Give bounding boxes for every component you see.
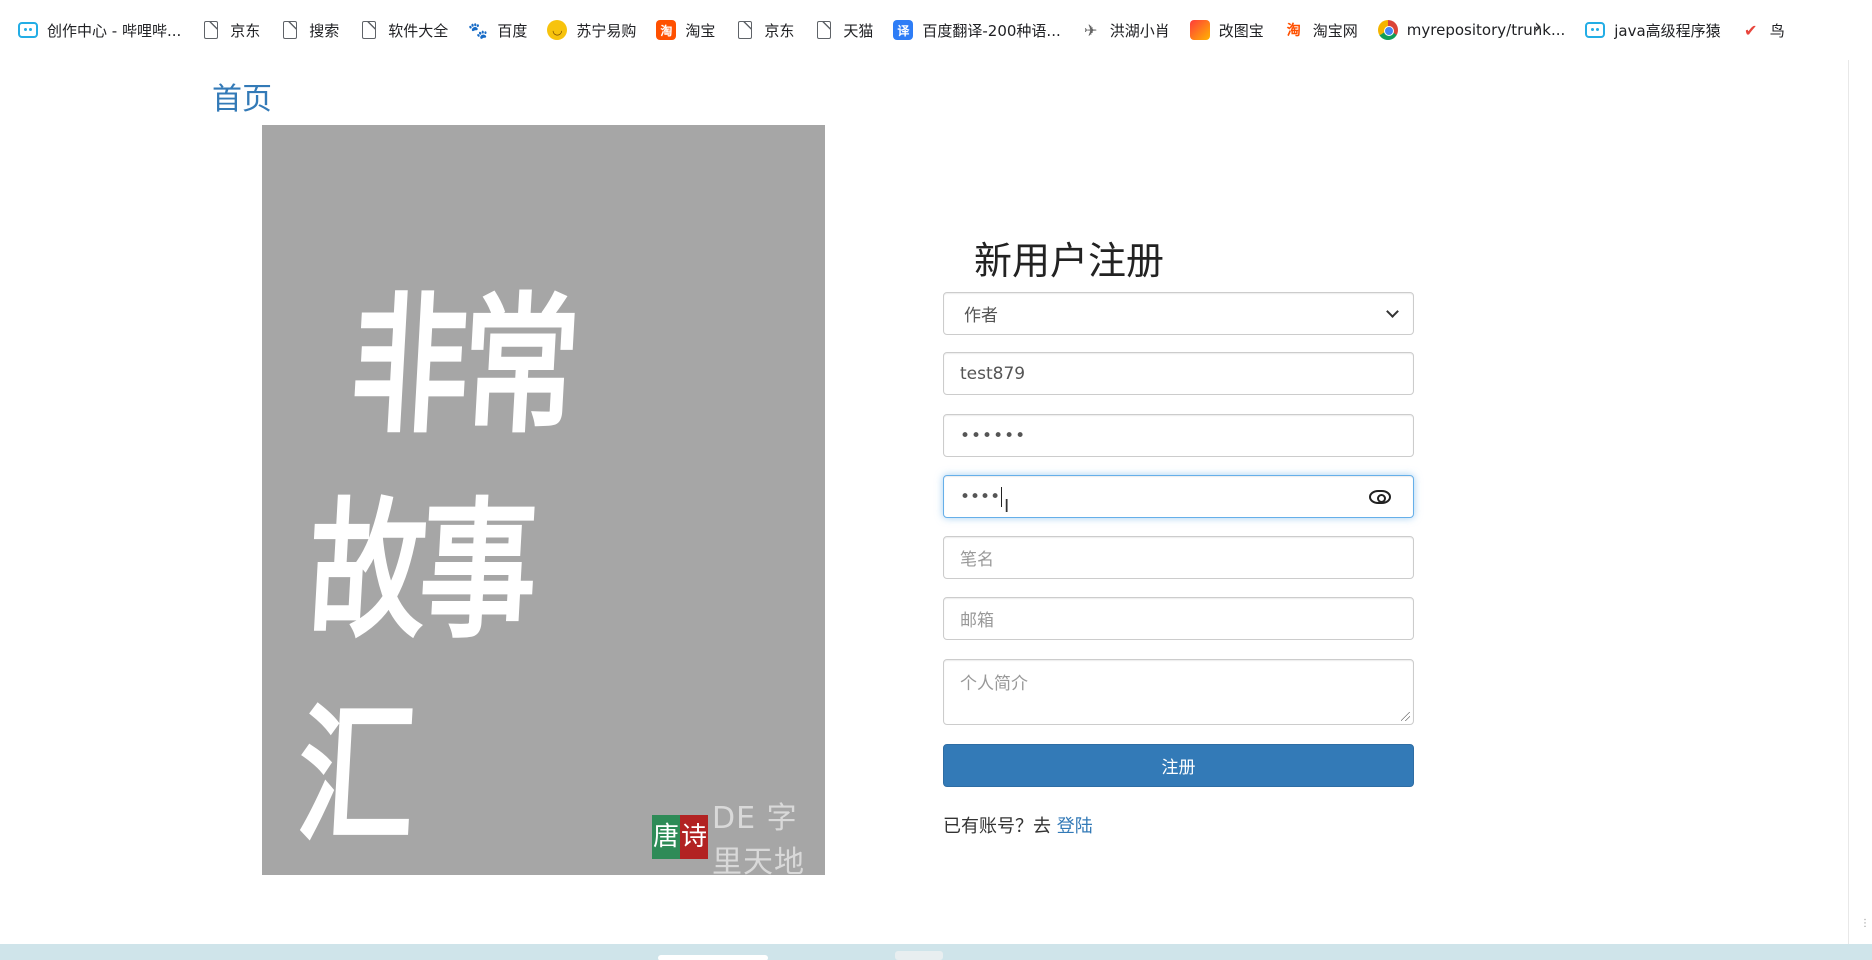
- scroll-grip-icon[interactable]: ⋮: [1860, 918, 1870, 929]
- bookmark-label: 京东: [230, 21, 261, 40]
- confirm-password-value: ••••: [960, 486, 1003, 507]
- password-value: ••••••: [960, 425, 1027, 446]
- bookmark-label: 淘宝网: [1312, 21, 1358, 40]
- bookmark-bird[interactable]: ✔ 鸟: [1737, 14, 1795, 46]
- bookmark-label: 百度翻译-200种语...: [922, 21, 1061, 40]
- cover-title: 非常 故事汇: [293, 265, 614, 875]
- bookmark-baidu[interactable]: 🐾 百度: [464, 14, 537, 46]
- bookmark-label: 搜索: [309, 21, 340, 40]
- bookmark-label: 天猫: [843, 21, 874, 40]
- bookmark-label: 京东: [764, 21, 795, 40]
- cover-title-line2: 故事汇: [293, 485, 536, 864]
- bookmark-label: 百度: [497, 21, 528, 40]
- taskbar-item[interactable]: [658, 955, 768, 960]
- bookmark-label: java高级程序猿: [1614, 21, 1721, 40]
- text-caret: [1001, 486, 1003, 507]
- bookmark-search[interactable]: 搜索: [276, 14, 349, 46]
- book-cover-image: 非常 故事汇 唐 诗 DE 字里天地: [262, 125, 825, 875]
- text-cursor-icon: I: [1004, 496, 1010, 517]
- chevron-down-icon: [1386, 304, 1399, 318]
- page-icon: [204, 21, 219, 39]
- login-prompt: 已有账号？去 登陆: [943, 812, 1093, 838]
- translate-icon: 译: [893, 20, 914, 40]
- password-input[interactable]: ••••••: [943, 414, 1414, 457]
- eye-icon[interactable]: [1369, 489, 1391, 504]
- cover-title-line1: 非常: [346, 280, 578, 454]
- bookmark-baidu-translate[interactable]: 译 百度翻译-200种语...: [889, 14, 1070, 46]
- register-button[interactable]: 注册: [943, 744, 1414, 787]
- taskbar-item[interactable]: [895, 951, 943, 960]
- bilibili-icon: [18, 22, 38, 38]
- bio-textarea[interactable]: 个人简介: [943, 659, 1414, 725]
- seal-logo: 唐 诗: [652, 815, 708, 859]
- seal-char-1: 唐: [652, 815, 680, 859]
- gaitubao-icon: [1189, 20, 1210, 40]
- home-link[interactable]: 首页: [212, 74, 272, 118]
- page-icon: [738, 21, 753, 39]
- bookmark-software[interactable]: 软件大全: [355, 14, 458, 46]
- seal-char-2: 诗: [680, 815, 708, 859]
- page-icon: [817, 21, 832, 39]
- suning-icon: ◡: [547, 20, 568, 40]
- bookmark-label: 淘宝: [685, 21, 716, 40]
- username-input[interactable]: test879: [943, 352, 1414, 395]
- bookmark-label: 软件大全: [388, 21, 449, 40]
- bookmark-taobao[interactable]: 淘 淘宝: [652, 14, 725, 46]
- chrome-icon: [1377, 20, 1398, 40]
- page-scrollbar[interactable]: [1848, 60, 1872, 944]
- page-icon: [283, 21, 298, 39]
- bookmark-tmall[interactable]: 天猫: [810, 14, 883, 46]
- page-icon: [362, 21, 377, 39]
- bio-placeholder: 个人简介: [960, 674, 1028, 694]
- bookmark-jd[interactable]: 京东: [197, 14, 270, 46]
- bookmark-honghu[interactable]: ✈ 洪湖小肖: [1077, 14, 1180, 46]
- penname-placeholder: 笔名: [960, 550, 994, 570]
- bookmark-bilibili-creator[interactable]: 创作中心 - 哔哩哔...: [14, 14, 191, 46]
- bookmark-label: 苏宁易购: [576, 21, 637, 40]
- cover-logo: 唐 诗 DE 字里天地: [652, 793, 825, 875]
- bookmark-label: 改图宝: [1218, 21, 1264, 40]
- bookmark-java[interactable]: java高级程序猿: [1581, 14, 1730, 46]
- bookmarks-bar: 创作中心 - 哔哩哔... 京东 搜索 软件大全 🐾 百度 ◡ 苏宁易购 淘 淘…: [0, 0, 1872, 60]
- bird-icon: ✔: [1743, 20, 1758, 40]
- bookmark-label: 鸟: [1769, 21, 1785, 40]
- taobao-icon: 淘: [1286, 23, 1301, 39]
- bilibili-icon: [1585, 22, 1606, 38]
- email-input[interactable]: 邮箱: [943, 597, 1414, 640]
- bookmark-myrepository[interactable]: myrepository/trunk...: [1374, 14, 1575, 46]
- bird-icon: ✈: [1084, 20, 1098, 40]
- bookmark-suning[interactable]: ◡ 苏宁易购: [543, 14, 646, 46]
- bookmark-label: 洪湖小肖: [1109, 21, 1170, 40]
- login-link[interactable]: 登陆: [1057, 816, 1093, 837]
- penname-input[interactable]: 笔名: [943, 536, 1414, 579]
- bookmark-taobao-net[interactable]: 淘 淘宝网: [1280, 14, 1368, 46]
- username-value: test879: [960, 363, 1026, 384]
- resize-handle-icon[interactable]: [1401, 712, 1410, 721]
- email-placeholder: 邮箱: [960, 611, 994, 631]
- confirm-password-input[interactable]: ••••: [943, 475, 1414, 518]
- login-prompt-text: 已有账号？去: [943, 816, 1057, 837]
- role-select[interactable]: 作者: [943, 292, 1414, 335]
- role-select-value: 作者: [964, 306, 998, 326]
- page-title: 新用户注册: [974, 239, 1165, 283]
- baidu-icon: 🐾: [468, 20, 489, 40]
- bookmark-label: 创作中心 - 哔哩哔...: [47, 21, 182, 40]
- bookmark-jd-2[interactable]: 京东: [731, 14, 804, 46]
- taobao-icon: 淘: [656, 20, 677, 40]
- bookmark-gaitubao[interactable]: 改图宝: [1186, 14, 1274, 46]
- chevron-right-icon[interactable]: ›: [1534, 14, 1542, 38]
- cover-logo-text: DE 字里天地: [712, 801, 805, 875]
